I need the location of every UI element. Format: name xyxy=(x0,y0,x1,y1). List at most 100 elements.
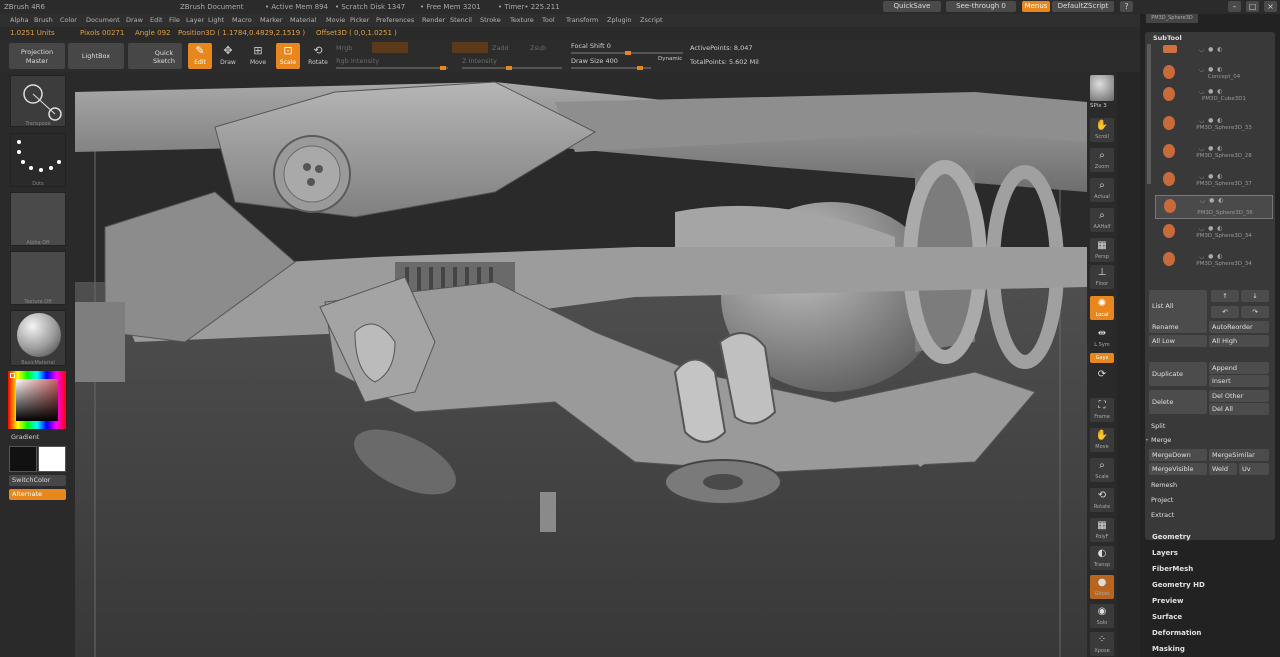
all-high-button[interactable]: All High xyxy=(1209,335,1269,347)
subtool-controls-icon[interactable]: ◡ ● ◐ xyxy=(1199,66,1224,73)
main-color-swatch[interactable] xyxy=(9,446,37,472)
alternate-button[interactable]: Alternate xyxy=(9,489,66,500)
actual-button[interactable]: ⌕ Actual xyxy=(1090,178,1114,202)
bpr-button[interactable] xyxy=(1090,75,1114,101)
subtool-item[interactable]: ◡ ● ◐ Concept_04 xyxy=(1155,65,1273,83)
rotate-view-button[interactable]: ⟲ Rotate xyxy=(1090,488,1114,512)
frame-button[interactable]: ⛶ Frame xyxy=(1090,398,1114,422)
move-up-icon[interactable]: ↑ xyxy=(1211,290,1239,302)
spix-label[interactable]: SPix 3 xyxy=(1090,103,1107,109)
dynamic-toggle[interactable]: Dynamic xyxy=(658,56,682,62)
menus-button[interactable]: Menus xyxy=(1022,1,1050,12)
xpose-button[interactable]: ⁘ Xpose xyxy=(1090,632,1114,656)
draw-mode-button[interactable]: ✥ Draw xyxy=(216,43,240,69)
merge-similar-button[interactable]: MergeSimilar xyxy=(1209,449,1269,461)
polyf-button[interactable]: ▦ PolyF xyxy=(1090,518,1114,542)
maximize-icon[interactable]: □ xyxy=(1246,1,1259,12)
merge-visible-button[interactable]: MergeVisible xyxy=(1149,463,1207,475)
remesh-menu[interactable]: Remesh xyxy=(1151,481,1177,489)
menu-layer[interactable]: Layer xyxy=(186,14,204,27)
move-mode-button[interactable]: ⊞ Move xyxy=(246,43,270,69)
preview-menu[interactable]: Preview xyxy=(1152,597,1184,605)
default-zscript-button[interactable]: DefaultZScript xyxy=(1052,1,1114,12)
menu-macro[interactable]: Macro xyxy=(232,14,252,27)
stroke-thumb[interactable]: Dots xyxy=(10,133,66,187)
fibermesh-menu[interactable]: FiberMesh xyxy=(1152,565,1193,573)
sculpt-model[interactable] xyxy=(75,72,1087,657)
menu-stencil[interactable]: Stencil xyxy=(450,14,472,27)
menu-brush[interactable]: Brush xyxy=(34,14,53,27)
menu-color[interactable]: Color xyxy=(60,14,77,27)
del-other-button[interactable]: Del Other xyxy=(1209,390,1269,402)
geometry-menu[interactable]: Geometry xyxy=(1152,533,1191,541)
menu-edit[interactable]: Edit xyxy=(150,14,163,27)
menu-tool[interactable]: Tool xyxy=(542,14,555,27)
zsub-label[interactable]: Zadd xyxy=(492,44,509,52)
subtool-controls-icon[interactable]: ◡ ● ◐ xyxy=(1199,145,1224,152)
geometry-hd-menu[interactable]: Geometry HD xyxy=(1152,581,1205,589)
secondary-color-swatch[interactable] xyxy=(38,446,66,472)
insert-button[interactable]: Insert xyxy=(1209,375,1269,387)
duplicate-button[interactable]: Duplicate xyxy=(1149,362,1207,386)
all-low-button[interactable]: All Low xyxy=(1149,335,1207,347)
mrgb-label[interactable]: Mrgb xyxy=(336,44,352,52)
delete-button[interactable]: Delete xyxy=(1149,390,1207,414)
xyz-button[interactable]: Gxyz xyxy=(1090,353,1114,363)
subtool-item[interactable]: ◡ ● ◐ PM3D_Sphere3D_33 xyxy=(1155,116,1273,134)
rotate-mode-button[interactable]: ⟲ Rotate xyxy=(306,43,330,69)
subtool-item[interactable]: ◡ ● ◐ PM3D_Sphere3D_37 xyxy=(1155,172,1273,190)
menu-file[interactable]: File xyxy=(169,14,180,27)
projection-master-button[interactable]: Projection Master xyxy=(9,43,65,69)
minimize-icon[interactable]: – xyxy=(1228,1,1241,12)
color-picker[interactable] xyxy=(8,371,66,429)
transpose-brush-thumb[interactable]: Transpose xyxy=(10,75,66,127)
subtool-item[interactable]: ◡ ● ◐ PM3D_Sphere3D_34 xyxy=(1155,224,1273,242)
menu-alpha[interactable]: Alpha xyxy=(10,14,28,27)
z-intensity-label[interactable]: Z Intensity xyxy=(462,57,497,65)
arrow-left-icon[interactable]: ↶ xyxy=(1211,306,1239,318)
quicksave-button[interactable]: QuickSave xyxy=(883,1,941,12)
subtool-controls-icon[interactable]: ◡ ● ◐ xyxy=(1200,197,1225,204)
subtool-item[interactable]: ◡ ● ◐ PM3D_Sphere3D_28 xyxy=(1155,144,1273,162)
solo-button[interactable]: ◉ Solo xyxy=(1090,604,1114,628)
help-icon[interactable]: ? xyxy=(1120,1,1133,12)
extract-menu[interactable]: Extract xyxy=(1151,511,1174,519)
subtool-controls-icon[interactable]: ◡ ● ◐ xyxy=(1199,225,1224,232)
menu-light[interactable]: Light xyxy=(208,14,224,27)
ghost-button[interactable]: ● Ghost xyxy=(1090,575,1114,599)
menu-zplugin[interactable]: Zplugin xyxy=(607,14,632,27)
menu-draw[interactable]: Draw xyxy=(126,14,143,27)
gradient-label[interactable]: Gradient xyxy=(11,433,39,441)
draw-size-handle[interactable] xyxy=(637,66,643,70)
aahalf-button[interactable]: ⌕ AAHalf xyxy=(1090,208,1114,232)
subtool-controls-icon[interactable]: ◡ ● ◐ xyxy=(1199,117,1224,124)
quick-sketch-button[interactable]: Quick Sketch xyxy=(128,43,182,69)
autoreorder-button[interactable]: AutoReorder xyxy=(1209,321,1269,333)
move-down-icon[interactable]: ↓ xyxy=(1241,290,1269,302)
menu-marker[interactable]: Marker xyxy=(260,14,282,27)
del-all-button[interactable]: Del All xyxy=(1209,403,1269,415)
texture-thumb[interactable]: Texture Off xyxy=(10,251,66,305)
weld-button[interactable]: Weld xyxy=(1209,463,1237,475)
persp-button[interactable]: ▦ Persp xyxy=(1090,238,1114,262)
subtool-controls-icon[interactable]: ◡ ● ◐ xyxy=(1199,253,1224,260)
subtool-controls-icon[interactable]: ◡ ● ◐ xyxy=(1199,46,1224,53)
draw-size-label[interactable]: Draw Size 400 xyxy=(571,57,618,65)
subtool-item[interactable]: ◡ ● ◐ xyxy=(1155,45,1273,63)
merge-down-button[interactable]: MergeDown xyxy=(1149,449,1207,461)
lightbox-button[interactable]: LightBox xyxy=(68,43,124,69)
masking-menu[interactable]: Masking xyxy=(1152,645,1185,653)
local-button[interactable]: ✺ Local xyxy=(1090,296,1114,320)
menu-picker[interactable]: Picker xyxy=(350,14,369,27)
zadd-toggle[interactable] xyxy=(452,42,488,53)
append-button[interactable]: Append xyxy=(1209,362,1269,374)
lsym-button[interactable]: ⇹ L.Sym xyxy=(1090,326,1114,350)
focal-shift-slider[interactable] xyxy=(571,51,683,55)
uv-button[interactable]: Uv xyxy=(1239,463,1269,475)
scroll-button[interactable]: ✋ Scroll xyxy=(1090,118,1114,142)
color-picker-square[interactable] xyxy=(16,379,58,421)
material-thumb[interactable]: BasicMaterial xyxy=(10,310,66,366)
menu-movie[interactable]: Movie xyxy=(326,14,345,27)
menu-document[interactable]: Document xyxy=(86,14,120,27)
transp-button[interactable]: ◐ Transp xyxy=(1090,546,1114,570)
